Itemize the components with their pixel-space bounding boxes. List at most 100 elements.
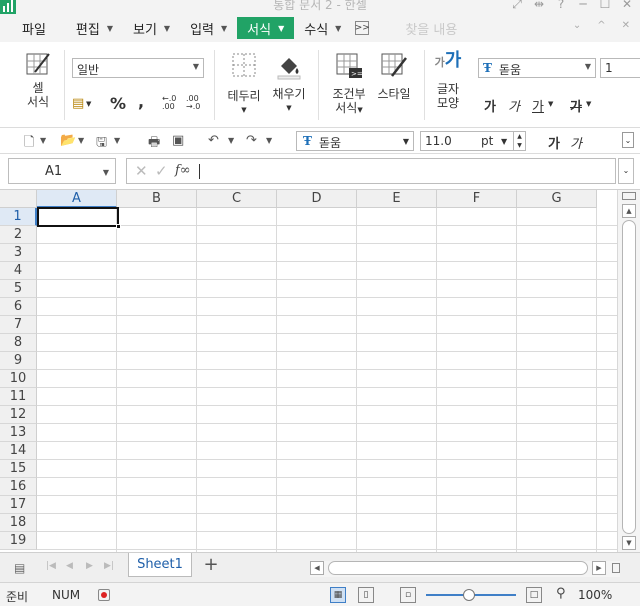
maximize-button[interactable]: ☐ — [598, 0, 612, 12]
add-sheet-button[interactable]: + — [200, 555, 222, 577]
cancel-icon[interactable]: ✕ — [135, 162, 148, 180]
cell-area[interactable] — [37, 208, 617, 552]
fill-handle[interactable] — [116, 224, 121, 229]
menu-edit[interactable]: 편집 ▼ — [66, 17, 123, 39]
menu-insert[interactable]: 입력 ▼ — [180, 17, 237, 39]
border-button[interactable]: 테두리 ▼ — [226, 52, 262, 117]
new-document-icon[interactable]: 🗋 — [24, 133, 34, 155]
currency-icon[interactable]: ▤ — [72, 96, 84, 111]
menu-view[interactable]: 보기 ▼ — [123, 17, 180, 39]
split-handle[interactable] — [622, 192, 636, 200]
row-header[interactable]: 6 — [0, 298, 37, 316]
column-header[interactable]: B — [117, 190, 197, 208]
row-header[interactable]: 4 — [0, 262, 37, 280]
row-header[interactable]: 1 — [0, 208, 37, 226]
sheet-list-icon[interactable]: ▤ — [14, 561, 25, 575]
zoom-slider-thumb[interactable] — [463, 589, 475, 601]
qat-bold-button[interactable]: 가 — [548, 133, 560, 152]
first-sheet-icon[interactable]: |◀ — [46, 561, 56, 571]
font-name-select[interactable]: Ŧ 돋움 ▼ — [478, 58, 596, 78]
prev-sheet-icon[interactable]: ◀ — [66, 561, 73, 571]
search-input[interactable]: 찾을 내용 — [405, 19, 457, 38]
magnifier-icon[interactable]: ⚲ — [556, 586, 566, 601]
column-header[interactable]: A — [37, 190, 117, 208]
chevron-up-icon[interactable]: ^ — [597, 20, 605, 31]
row-header[interactable]: 11 — [0, 388, 37, 406]
print-icon[interactable]: 🖶 — [148, 133, 160, 155]
scroll-thumb[interactable] — [622, 220, 636, 534]
undo-icon[interactable]: ↶ — [208, 133, 219, 148]
redo-icon[interactable]: ↷ — [246, 133, 257, 148]
layout-icon[interactable]: ⇹ — [532, 0, 546, 12]
row-header[interactable]: 14 — [0, 442, 37, 460]
decrease-decimal-button[interactable]: .00 →.0 — [186, 95, 204, 111]
vertical-scrollbar[interactable]: ▲ ▼ — [617, 190, 640, 552]
row-header[interactable]: 10 — [0, 370, 37, 388]
normal-view-icon[interactable]: ▦ — [330, 587, 346, 603]
chevron-down-icon[interactable]: ⌄ — [573, 20, 581, 31]
row-header[interactable]: 7 — [0, 316, 37, 334]
font-size-select[interactable]: 1 — [600, 58, 640, 78]
fill-button[interactable]: 채우기 ▼ — [270, 52, 308, 115]
row-header[interactable]: 15 — [0, 460, 37, 478]
italic-button[interactable]: 가 — [508, 96, 520, 115]
style-button[interactable]: 스타일 — [374, 52, 414, 101]
name-box[interactable]: A1 ▼ — [8, 158, 116, 184]
toolbar-expand-button[interactable]: ⌄ — [622, 132, 634, 148]
percent-button[interactable]: % — [110, 94, 126, 113]
row-header[interactable]: 16 — [0, 478, 37, 496]
formula-expand-button[interactable]: ⌄ — [618, 158, 634, 184]
scroll-right-icon[interactable]: ▶ — [592, 561, 606, 575]
strikethrough-button[interactable]: 가 — [570, 96, 582, 115]
row-header[interactable]: 13 — [0, 424, 37, 442]
active-cell[interactable] — [37, 207, 121, 229]
font-size-spinner[interactable]: ▲ ▼ — [513, 132, 525, 150]
page-layout-view-icon[interactable]: ▯ — [358, 587, 374, 603]
char-shape-button[interactable]: 가가 글자 모양 — [432, 52, 464, 111]
row-header[interactable]: 9 — [0, 352, 37, 370]
conditional-format-button[interactable]: >= 조건부 서식▼ — [328, 52, 370, 117]
scroll-up-icon[interactable]: ▲ — [622, 204, 636, 218]
row-header[interactable]: 17 — [0, 496, 37, 514]
print-preview-icon[interactable]: ▣ — [172, 133, 184, 148]
column-header[interactable]: C — [197, 190, 277, 208]
open-folder-icon[interactable]: 📂 — [60, 133, 76, 148]
close-doc-icon[interactable]: ✕ — [622, 20, 630, 31]
row-header[interactable]: 3 — [0, 244, 37, 262]
bold-button[interactable]: 가 — [484, 96, 496, 115]
column-header[interactable]: E — [357, 190, 437, 208]
last-sheet-icon[interactable]: ▶| — [104, 561, 114, 571]
h-split-handle[interactable] — [612, 563, 620, 573]
h-scroll-thumb[interactable] — [328, 561, 588, 575]
qat-font-select[interactable]: Ŧ 돋움 ▼ — [296, 131, 414, 151]
help-icon[interactable]: ? — [554, 0, 568, 12]
row-header[interactable]: 8 — [0, 334, 37, 352]
zoom-in-icon[interactable]: □ — [526, 587, 542, 603]
sheet-tab-sheet1[interactable]: Sheet1 — [128, 553, 192, 577]
row-header[interactable]: 12 — [0, 406, 37, 424]
scroll-down-icon[interactable]: ▼ — [622, 536, 636, 550]
qat-font-size-input[interactable]: 11.0 pt ▼ ▲ ▼ — [420, 131, 526, 151]
minimize-button[interactable]: ─ — [576, 0, 590, 12]
macro-record-icon[interactable] — [98, 589, 110, 601]
close-button[interactable]: ✕ — [620, 0, 634, 12]
horizontal-scrollbar[interactable]: ◀ ▶ — [310, 561, 620, 577]
formula-input[interactable]: ✕ ✓ f∞ — [126, 158, 616, 184]
next-sheet-icon[interactable]: ▶ — [86, 561, 93, 571]
column-header[interactable]: G — [517, 190, 597, 208]
menu-formula[interactable]: 수식 ▼ — [294, 17, 351, 39]
row-header[interactable]: 5 — [0, 280, 37, 298]
menu-more-button[interactable]: >> — [355, 21, 370, 35]
select-all-corner[interactable] — [0, 190, 37, 208]
cell-format-button[interactable]: 셀 서식 — [18, 50, 58, 109]
save-icon[interactable]: 🖫 — [96, 133, 107, 155]
comma-button[interactable]: , — [138, 92, 144, 111]
menu-file[interactable]: 파일 — [0, 17, 66, 39]
spreadsheet-grid[interactable]: ABCDEFG 1 2 3 4 5 6 7 8 9 10 11 12 13 14 15 16 17 18 19 — [0, 190, 640, 552]
underline-button[interactable]: 가 — [532, 96, 544, 115]
menu-format[interactable]: 서식 ▼ — [237, 17, 295, 39]
zoom-out-icon[interactable]: ▫ — [400, 587, 416, 603]
row-header[interactable]: 2 — [0, 226, 37, 244]
row-header[interactable]: 18 — [0, 514, 37, 532]
check-icon[interactable]: ✓ — [155, 162, 168, 180]
